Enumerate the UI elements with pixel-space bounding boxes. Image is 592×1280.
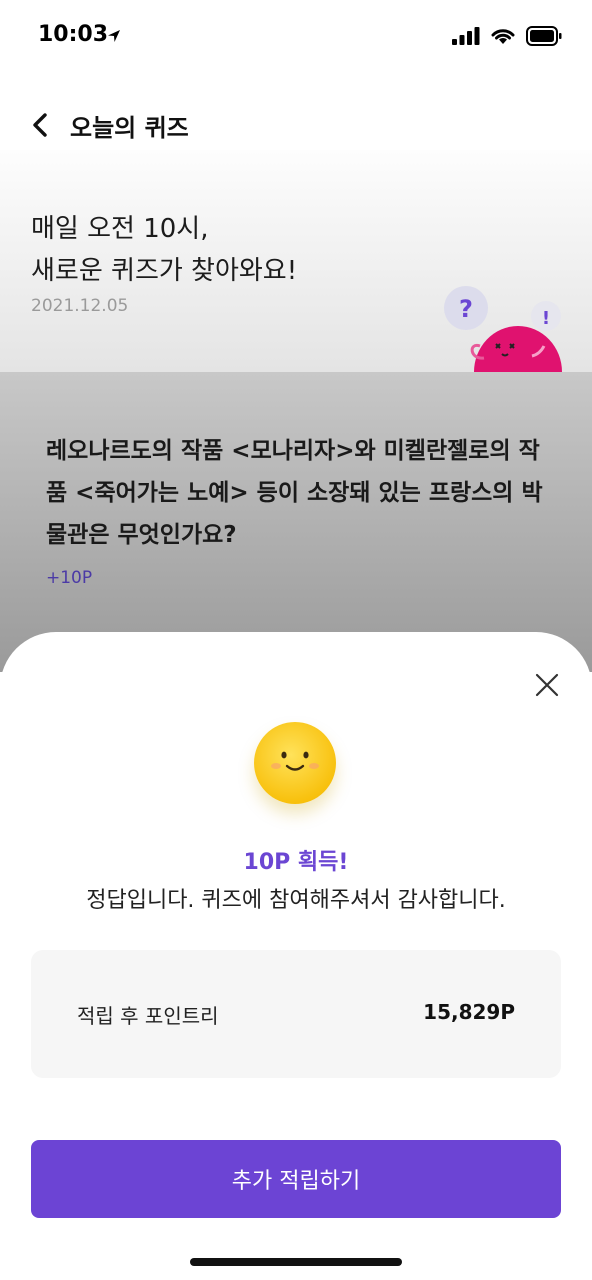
smiley-emoji-icon (254, 722, 336, 804)
reward-title: 10P 획득! (243, 850, 349, 875)
exclamation-glyph: ! (542, 308, 550, 329)
page-title: 오늘의 퀴즈 (70, 114, 189, 142)
cellular-signal-icon (452, 27, 480, 45)
question-mark-glyph: ? (459, 295, 473, 323)
back-button[interactable] (26, 110, 56, 140)
home-indicator (190, 1258, 402, 1266)
location-arrow-icon (108, 30, 120, 42)
earn-more-button[interactable]: 추가 적립하기 (31, 1140, 561, 1218)
mascot-illustration: ? ! (440, 284, 570, 372)
reward-message: 정답입니다. 퀴즈에 참여해주셔서 감사합니다. (86, 888, 506, 913)
result-bottom-sheet: 10P 획득! 정답입니다. 퀴즈에 참여해주셔서 감사합니다. 적립 후 포인… (0, 632, 592, 1280)
quiz-card: 레오나르도의 작품 <모나리자>와 미켈란젤로의 작품 <죽어가는 노예> 등이… (0, 372, 592, 672)
close-button[interactable] (532, 670, 562, 700)
points-value: 15,829P (423, 1000, 515, 1024)
intro-title-line-1: 매일 오전 10시, (31, 214, 209, 244)
wifi-icon (491, 29, 515, 44)
intro-title: 매일 오전 10시, 새로운 퀴즈가 찾아와요! (31, 208, 297, 292)
intro-title-line-2: 새로운 퀴즈가 찾아와요! (31, 256, 298, 286)
points-label: 적립 후 포인트리 (77, 1004, 219, 1028)
status-time: 10:03 (38, 22, 109, 47)
battery-icon (526, 26, 562, 46)
status-bar: 10:03 (0, 0, 592, 76)
quiz-question: 레오나르도의 작품 <모나리자>와 미켈란젤로의 작품 <죽어가는 노예> 등이… (46, 438, 543, 548)
quiz-intro: 매일 오전 10시, 새로운 퀴즈가 찾아와요! 2021.12.05 ? ! (0, 150, 592, 372)
quiz-date: 2021.12.05 (31, 296, 129, 316)
quiz-points: +10P (46, 568, 93, 588)
status-icons (452, 26, 562, 46)
points-summary: 적립 후 포인트리 15,829P (31, 950, 561, 1078)
